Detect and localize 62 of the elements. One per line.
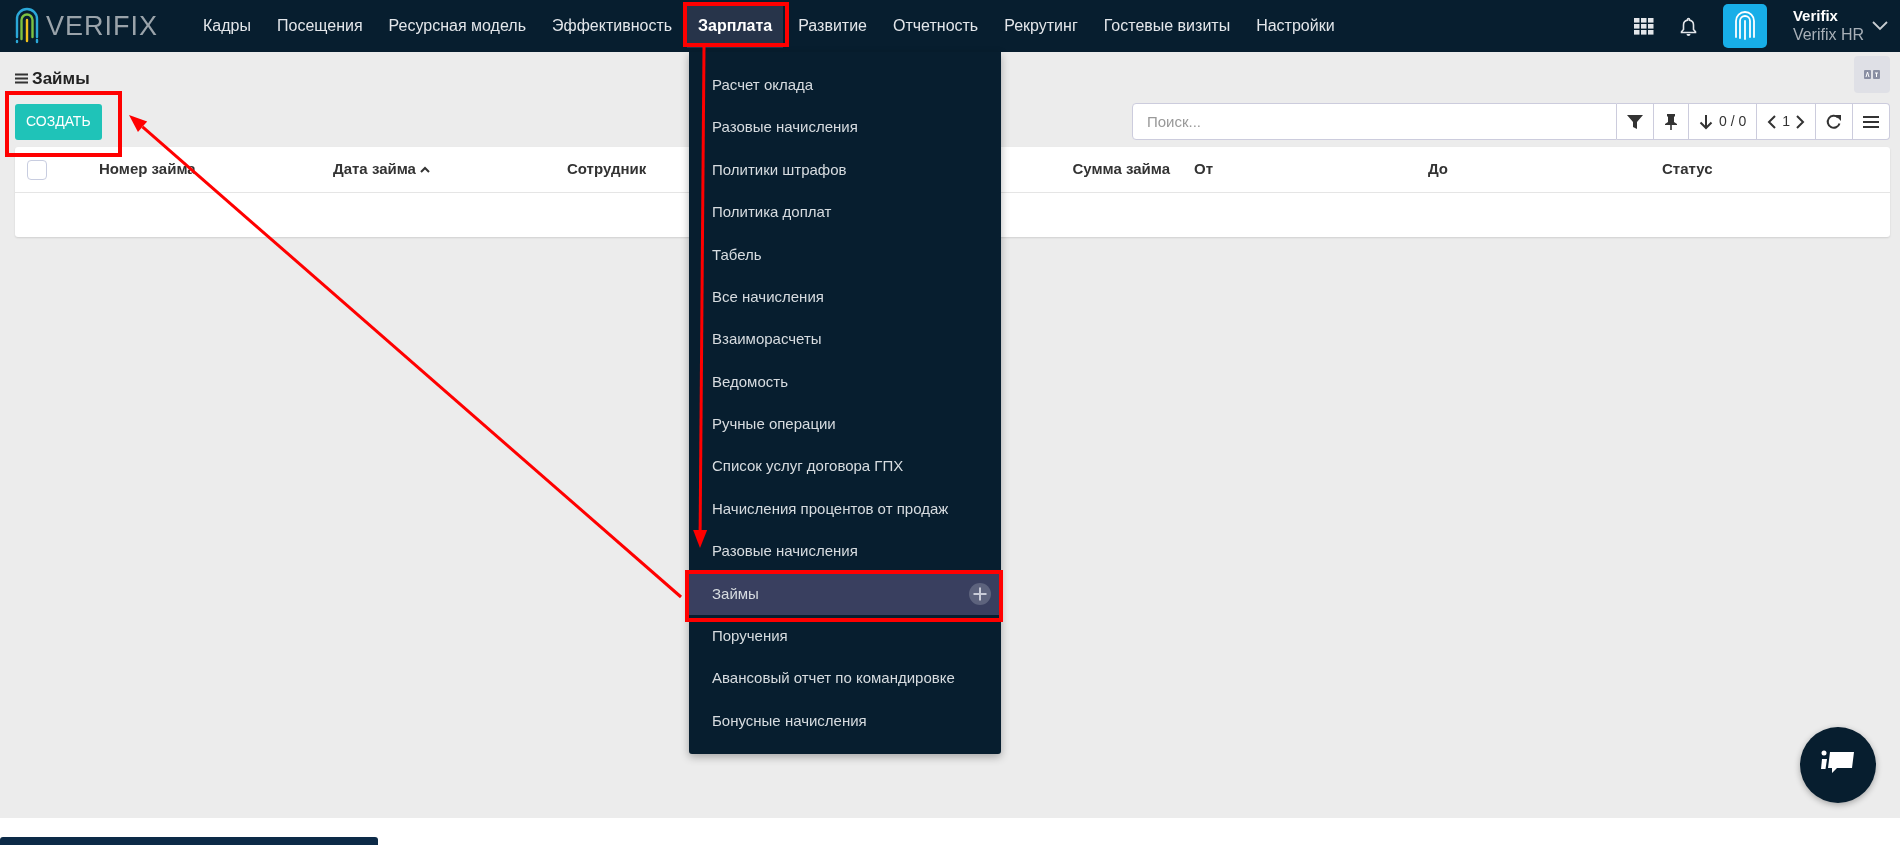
fingerprint-icon xyxy=(14,7,40,45)
company-name: Verifix HR xyxy=(1792,25,1864,45)
menu-item[interactable]: Расчет оклада xyxy=(689,64,1001,107)
nav-tab[interactable]: Настройки xyxy=(1245,4,1346,48)
nav-tab[interactable]: Кадры xyxy=(192,4,262,48)
nav-tab[interactable]: Эффективность xyxy=(540,4,684,48)
select-all-checkbox[interactable] xyxy=(27,159,47,180)
search-field[interactable]: Поиск... xyxy=(1131,103,1617,140)
menu-item[interactable]: Все начисления xyxy=(689,275,1001,319)
nav-tab[interactable]: Посещения xyxy=(266,4,374,48)
chat-button[interactable] xyxy=(1800,727,1876,803)
page-title: Займы xyxy=(32,68,90,90)
filter-icon xyxy=(1626,113,1643,130)
pin-icon xyxy=(1663,113,1678,130)
nav-tab[interactable]: Развитие xyxy=(787,4,878,48)
menu-item[interactable]: Политики штрафов xyxy=(689,148,1001,192)
column-header[interactable]: До xyxy=(1416,158,1650,181)
nav-tab[interactable]: Рекрутинг xyxy=(993,4,1089,48)
record-counter: 0 / 0 xyxy=(1718,112,1747,131)
nav-tab[interactable]: Отчетность xyxy=(882,4,990,48)
menu-item[interactable]: Список услуг договора ГПХ xyxy=(689,445,1001,488)
nav-tab[interactable]: Гостевые визиты xyxy=(1092,4,1242,48)
page-number: 1 xyxy=(1782,112,1790,131)
menu-item[interactable]: Разовые начисления xyxy=(689,530,1001,573)
filter-button[interactable] xyxy=(1616,103,1654,140)
menu-icon[interactable] xyxy=(15,73,28,85)
fingerprint-icon xyxy=(1733,11,1756,41)
column-header[interactable]: Сумма займа xyxy=(1040,158,1182,181)
refresh-icon xyxy=(1826,113,1842,130)
pager-control[interactable]: 1 xyxy=(1757,103,1816,140)
menu-item[interactable]: Табель xyxy=(689,233,1001,276)
chevron-left-icon[interactable] xyxy=(1767,114,1777,129)
apps-grid-icon[interactable] xyxy=(1633,17,1654,35)
menu-item[interactable]: Разовые начисления xyxy=(689,106,1001,149)
user-name: Verifix xyxy=(1792,7,1839,26)
menu-icon xyxy=(1863,114,1879,129)
chevron-down-icon[interactable] xyxy=(1872,21,1888,31)
nav-tab[interactable]: Ресурсная модель xyxy=(377,4,537,48)
menu-item[interactable]: Ведомость xyxy=(689,360,1001,404)
menu-item[interactable]: Ручные операции xyxy=(689,403,1001,446)
menu-item[interactable]: Политика доплат xyxy=(689,191,1001,234)
avatar-tile[interactable] xyxy=(1722,4,1767,48)
menu-item[interactable]: Поручения xyxy=(689,615,1001,658)
menu-item[interactable]: Авансовый отчет по командировке xyxy=(689,657,1001,700)
sort-button[interactable]: 0 / 0 xyxy=(1688,103,1758,140)
plus-icon[interactable] xyxy=(969,582,991,605)
list-settings-button[interactable] xyxy=(1853,103,1890,140)
menu-item[interactable]: Взаиморасчеты xyxy=(689,318,1001,361)
bell-icon[interactable] xyxy=(1679,16,1697,36)
arrow-down-icon xyxy=(1698,113,1713,130)
logo-text: VERIFIX xyxy=(46,9,159,43)
refresh-button[interactable] xyxy=(1816,103,1853,140)
pin-button[interactable] xyxy=(1653,103,1689,140)
menu-item[interactable]: Займы xyxy=(689,572,1001,616)
column-header[interactable]: От xyxy=(1182,158,1416,181)
chevron-right-icon[interactable] xyxy=(1796,114,1805,129)
menu-item[interactable]: Начисления процентов от продаж xyxy=(689,487,1001,531)
caret-up-icon xyxy=(419,166,430,173)
column-header[interactable]: Статус xyxy=(1650,158,1890,181)
menu-item[interactable]: Бонусные начисления xyxy=(689,699,1001,743)
column-header[interactable]: Дата займа xyxy=(321,158,555,181)
translate-icon xyxy=(1864,70,1880,79)
